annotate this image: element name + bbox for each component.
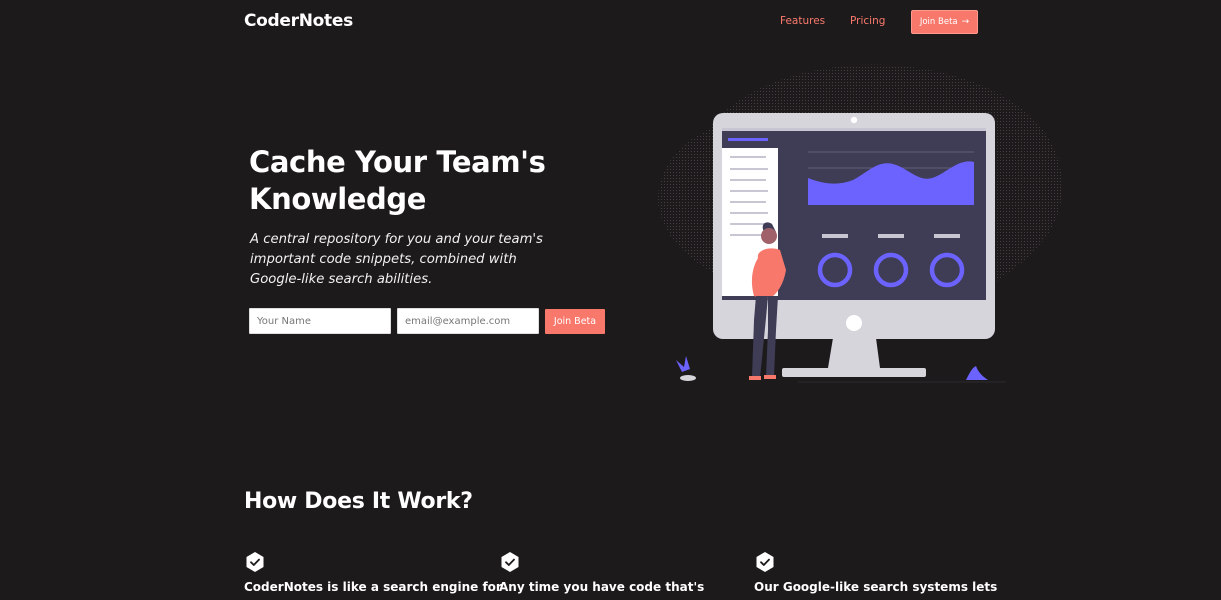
hero-subtitle: A central repository for you and your te… [250, 232, 543, 287]
logo[interactable]: CoderNotes [244, 11, 353, 31]
name-input[interactable]: Your Name [249, 308, 391, 334]
feature-text: Our Google-like search systems lets [754, 580, 998, 594]
check-hexagon-icon [756, 552, 774, 572]
feature-text: Any time you have code that's [499, 580, 705, 594]
feature-text: CoderNotes is like a search engine for [244, 580, 502, 594]
join-beta-nav-label: Join Beta [919, 17, 958, 27]
hero-title: Cache Your Team's Knowledge [249, 145, 546, 216]
email-input[interactable]: email@example.com [397, 308, 539, 334]
how-it-works-title: How Does It Work? [244, 489, 473, 514]
nav-link-pricing[interactable]: Pricing [850, 15, 885, 27]
plant-graphic-right [966, 366, 988, 380]
join-beta-nav-button[interactable]: Join Beta → [911, 10, 978, 34]
check-hexagon-icon [246, 552, 264, 572]
nav-link-features[interactable]: Features [780, 15, 825, 27]
check-hexagon-icon [501, 552, 519, 572]
join-beta-submit-button[interactable]: Join Beta [545, 309, 605, 334]
arrow-right-icon: → [961, 17, 970, 27]
hero-illustration [658, 64, 1063, 383]
top-nav: CoderNotes Features Pricing Join Beta → [0, 0, 1221, 44]
plant-graphic-left [676, 356, 696, 381]
